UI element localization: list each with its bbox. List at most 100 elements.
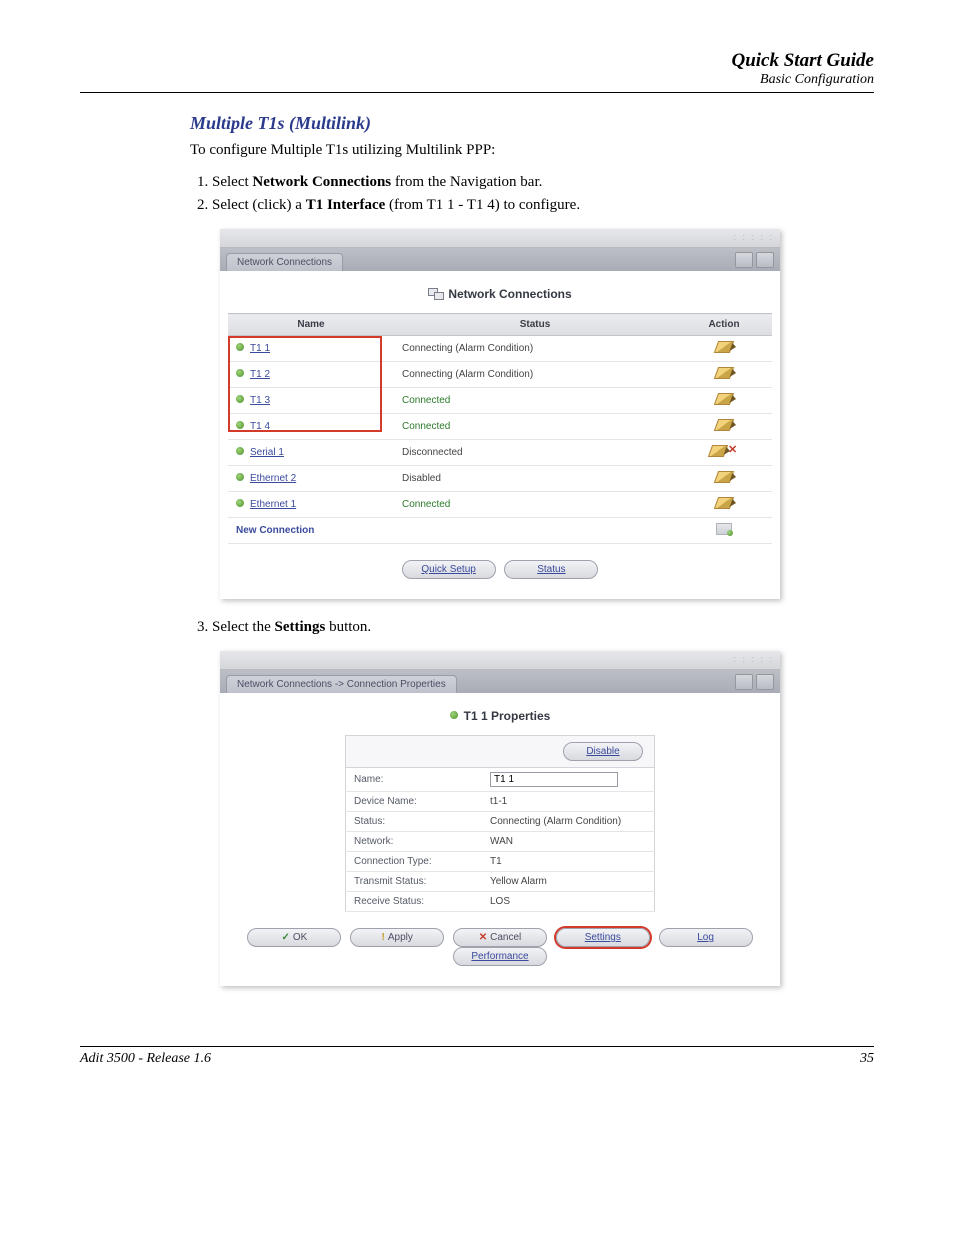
conn-link-eth1[interactable]: Ethernet 1 (250, 499, 296, 510)
prop-row-rx: Receive Status: LOS (346, 892, 655, 912)
edit-icon[interactable] (714, 367, 734, 379)
grip-dots-icon: : : : : : (733, 654, 774, 664)
new-connection-link[interactable]: New Connection (236, 525, 314, 536)
prop-label: Status: (346, 812, 483, 832)
conn-link-serial1[interactable]: Serial 1 (250, 447, 284, 458)
edit-icon[interactable] (714, 497, 734, 509)
status-button[interactable]: Status (504, 560, 598, 579)
step-2-bold: T1 Interface (306, 197, 386, 213)
prop-label: Receive Status: (346, 892, 483, 912)
table-row: T1 1 Connecting (Alarm Condition) (228, 336, 772, 362)
edit-icon[interactable] (714, 471, 734, 483)
cancel-button[interactable]: ✕Cancel (453, 928, 547, 947)
step-3-post: button. (325, 619, 371, 635)
status-dot-icon (236, 421, 244, 429)
cross-icon: ✕ (479, 932, 487, 943)
toolbar-icon-2[interactable] (756, 674, 774, 690)
add-icon[interactable] (716, 523, 732, 535)
status-cell: Connecting (Alarm Condition) (394, 336, 676, 362)
connections-tbody: T1 1 Connecting (Alarm Condition) T1 2 C… (228, 336, 772, 544)
page-header: Quick Start Guide Basic Configuration (80, 50, 874, 93)
tab-bar-right-icons (735, 252, 774, 271)
prop-row-ctype: Connection Type: T1 (346, 852, 655, 872)
conn-link-t13[interactable]: T1 3 (250, 395, 270, 406)
toolbar-icon-1[interactable] (735, 252, 753, 268)
disable-button[interactable]: Disable (563, 742, 643, 761)
settings-button[interactable]: Settings (556, 928, 650, 947)
quick-setup-button[interactable]: Quick Setup (402, 560, 496, 579)
conn-link-eth2[interactable]: Ethernet 2 (250, 473, 296, 484)
step-2-pre: Select (click) a (212, 197, 306, 213)
status-cell: Disconnected (394, 440, 676, 466)
status-cell: Connecting (Alarm Condition) (394, 362, 676, 388)
name-input[interactable] (490, 772, 618, 787)
table-row: Serial 1 Disconnected (228, 440, 772, 466)
conn-link-t14[interactable]: T1 4 (250, 421, 270, 432)
edit-icon[interactable] (708, 445, 728, 457)
status-dot-icon (236, 395, 244, 403)
status-cell: Connected (394, 388, 676, 414)
conn-link-t12[interactable]: T1 2 (250, 369, 270, 380)
step-1-bold: Network Connections (252, 174, 391, 190)
toolbar-icon-2[interactable] (756, 252, 774, 268)
tab-bar: Network Connections -> Connection Proper… (220, 670, 780, 693)
tab-connection-properties[interactable]: Network Connections -> Connection Proper… (226, 675, 457, 693)
page-footer: Adit 3500 - Release 1.6 35 (80, 1046, 874, 1067)
step-1: Select Network Connections from the Navi… (212, 174, 874, 191)
apply-button[interactable]: !Apply (350, 928, 444, 947)
status-cell: Connected (394, 492, 676, 518)
log-button[interactable]: Log (659, 928, 753, 947)
steps-list: Select Network Connections from the Navi… (190, 174, 874, 214)
panel-heading: T1 1 Properties (228, 709, 772, 723)
tab-network-connections[interactable]: Network Connections (226, 253, 343, 271)
check-icon: ✓ (282, 932, 290, 943)
footer-page-number: 35 (860, 1051, 874, 1067)
performance-button[interactable]: Performance (453, 947, 547, 966)
disable-row: Disable (346, 736, 655, 768)
prop-value: Yellow Alarm (482, 872, 655, 892)
step-3-pre: Select the (212, 619, 274, 635)
status-dot-icon (236, 499, 244, 507)
step-1-pre: Select (212, 174, 252, 190)
conn-link-t11[interactable]: T1 1 (250, 343, 270, 354)
edit-icon[interactable] (714, 341, 734, 353)
prop-label: Network: (346, 832, 483, 852)
table-row: Ethernet 2 Disabled (228, 466, 772, 492)
step-3: Select the Settings button. (212, 619, 874, 636)
prop-label: Connection Type: (346, 852, 483, 872)
prop-label: Name: (346, 768, 483, 792)
header-subtitle: Basic Configuration (80, 72, 874, 88)
panel-top-bar: : : : : : (220, 229, 780, 248)
button-row: Quick Setup Status (228, 560, 772, 579)
properties-table: Disable Name: Device Name: t1-1 Status: … (345, 735, 655, 912)
edit-icon[interactable] (714, 419, 734, 431)
new-connection-row: New Connection (228, 518, 772, 544)
panel-body: T1 1 Properties Disable Name: Device Nam… (220, 693, 780, 986)
table-row: T1 4 Connected (228, 414, 772, 440)
step-1-post: from the Navigation bar. (391, 174, 542, 190)
footer-left: Adit 3500 - Release 1.6 (80, 1051, 211, 1067)
col-action: Action (676, 314, 772, 336)
status-dot-icon (236, 343, 244, 351)
prop-row-tx: Transmit Status: Yellow Alarm (346, 872, 655, 892)
step-2-post: (from T1 1 - T1 4) to configure. (385, 197, 580, 213)
prop-value: T1 (482, 852, 655, 872)
delete-icon[interactable] (728, 445, 738, 457)
status-cell: Disabled (394, 466, 676, 492)
step-3-bold: Settings (274, 619, 325, 635)
ok-button-label: OK (293, 932, 307, 943)
prop-row-name: Name: (346, 768, 655, 792)
cancel-button-label: Cancel (490, 932, 521, 943)
panel-heading-text: T1 1 Properties (464, 709, 551, 723)
status-dot-icon (236, 473, 244, 481)
section-title: Multiple T1s (Multilink) (190, 113, 874, 134)
prop-row-network: Network: WAN (346, 832, 655, 852)
panel-body: Network Connections Name Status Action T… (220, 271, 780, 599)
button-row: ✓OK !Apply ✕Cancel Settings Log Performa… (228, 928, 772, 966)
step-2: Select (click) a T1 Interface (from T1 1… (212, 197, 874, 214)
edit-icon[interactable] (714, 393, 734, 405)
ok-button[interactable]: ✓OK (247, 928, 341, 947)
connections-table: Name Status Action T1 1 Connecting (Alar… (228, 313, 772, 544)
toolbar-icon-1[interactable] (735, 674, 753, 690)
prop-value: t1-1 (482, 792, 655, 812)
